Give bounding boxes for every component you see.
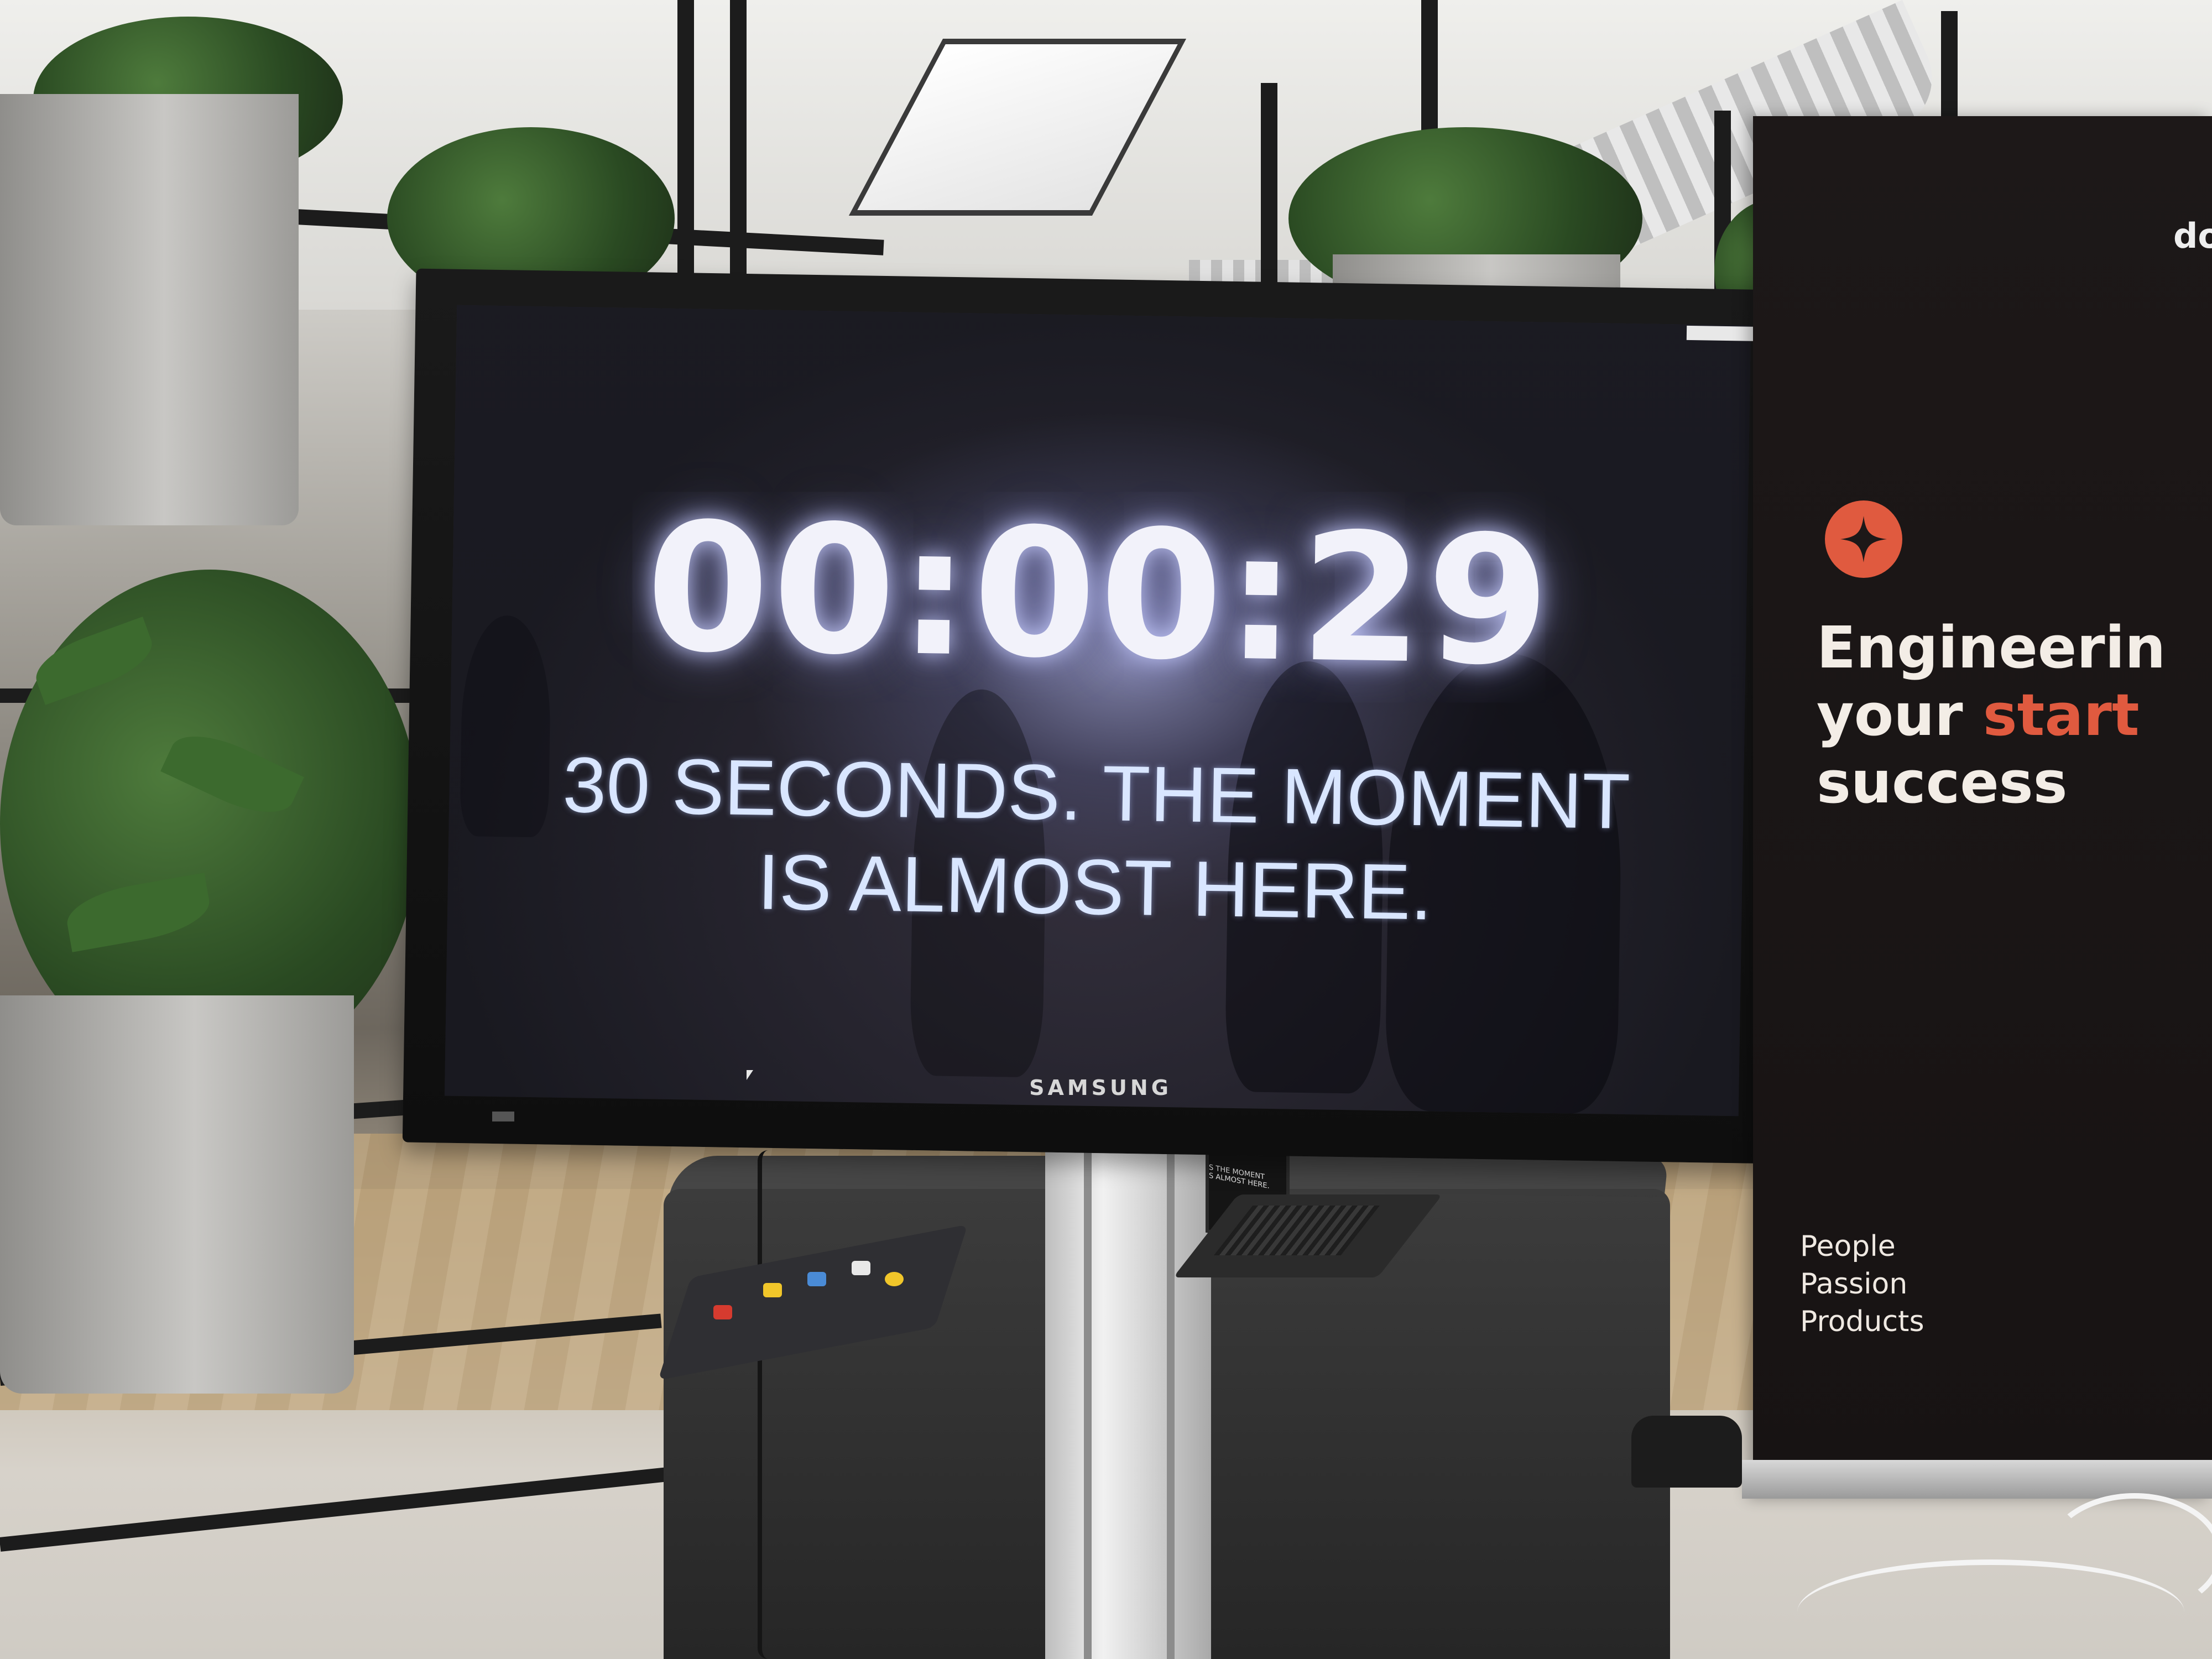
laptop-sticker xyxy=(885,1272,904,1286)
headline-accent-text: start xyxy=(1983,681,2140,749)
tv-stand xyxy=(1045,1106,1211,1659)
planter-pot xyxy=(0,995,354,1394)
banner-star-icon xyxy=(1825,500,1902,578)
planter-pot xyxy=(0,94,299,525)
black-bag xyxy=(1631,1416,1742,1488)
tv-small-logo xyxy=(492,1112,514,1121)
frame-post xyxy=(730,0,747,310)
laptop-sticker xyxy=(852,1261,870,1275)
frame-post xyxy=(1941,11,1958,133)
laptop-sticker xyxy=(713,1305,732,1319)
headline-line: success xyxy=(1817,749,2068,816)
frame-post xyxy=(677,0,694,310)
tv-screen: 00:00:29 30 SECONDS. THE MOMENT IS ALMOS… xyxy=(444,305,1751,1117)
tv-stand-groove xyxy=(1167,1106,1175,1659)
tv-brand-logo: SAMSUNG xyxy=(1029,1076,1172,1100)
tv-stand-groove xyxy=(1084,1106,1092,1659)
photo-scene: :29 S THE MOMENT S ALMOST HERE. 00:00:29… xyxy=(0,0,2212,1659)
tagline-item: People xyxy=(1800,1230,1896,1263)
four-point-star-icon xyxy=(1840,516,1887,562)
power-cable xyxy=(758,1150,779,1659)
countdown-message: 30 SECONDS. THE MOMENT IS ALMOST HERE. xyxy=(447,737,1744,945)
white-cable xyxy=(1797,1559,2184,1659)
banner-tagline: People Passion Products xyxy=(1800,1228,1924,1340)
frame-post xyxy=(1261,83,1277,304)
laptop-sticker xyxy=(763,1283,782,1297)
banner-logo-fragment: do xyxy=(2173,216,2212,256)
countdown-timer: 00:00:29 xyxy=(644,485,1555,705)
headline-line: your start xyxy=(1817,681,2212,749)
headline-text: your xyxy=(1817,681,1983,749)
headline-line: Engineerin xyxy=(1817,614,2166,681)
laptop-sticker xyxy=(807,1272,826,1286)
tagline-item: Passion xyxy=(1800,1267,1908,1301)
mouse-cursor-icon xyxy=(747,1070,753,1080)
banner-headline: Engineerin your start success xyxy=(1817,614,2212,816)
tagline-item: Products xyxy=(1800,1305,1924,1338)
